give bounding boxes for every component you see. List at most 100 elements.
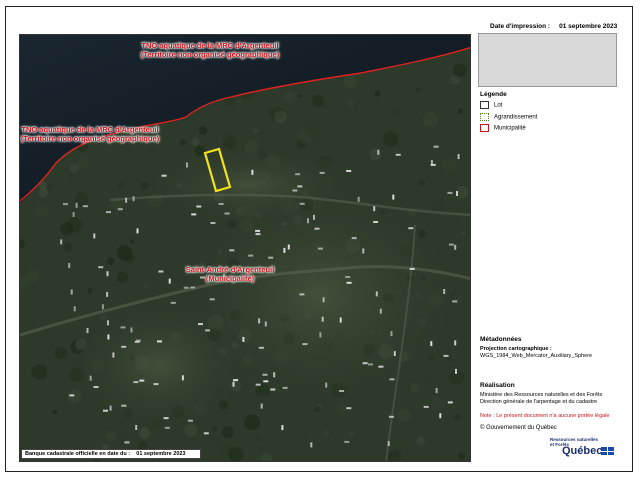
tree-canopy: [221, 426, 234, 439]
building-footprint: [362, 362, 368, 365]
building-footprint: [447, 191, 453, 194]
building-footprint: [106, 271, 109, 277]
realisation-title: Réalisation: [480, 382, 515, 389]
tree-canopy: [454, 414, 461, 421]
building-footprint: [322, 297, 325, 303]
building-footprint: [120, 326, 126, 329]
tree-canopy: [322, 429, 330, 436]
building-footprint: [390, 331, 393, 337]
building-footprint: [393, 351, 396, 357]
metadata-title: Métadonnées: [480, 336, 522, 343]
tree-canopy: [456, 185, 469, 199]
building-footprint: [130, 327, 133, 333]
tree-canopy: [87, 288, 93, 294]
building-footprint: [248, 254, 254, 257]
building-footprint: [373, 206, 376, 212]
building-footprint: [107, 320, 109, 326]
building-footprint: [112, 352, 115, 358]
tree-canopy: [69, 163, 79, 173]
building-footprint: [287, 244, 290, 250]
building-footprint: [133, 381, 139, 384]
print-date: Date d'impression : 01 septembre 2023: [490, 23, 617, 30]
legend-item-municipality-label: Municipalité: [494, 125, 526, 132]
legend-title: Légende: [480, 91, 507, 98]
tree-canopy: [253, 128, 259, 134]
building-footprint: [121, 404, 127, 407]
tree-canopy: [349, 431, 354, 436]
aerial-imagery: [20, 35, 470, 461]
tree-canopy: [63, 243, 73, 252]
building-footprint: [98, 266, 104, 269]
building-footprint: [73, 306, 76, 312]
building-footprint: [93, 386, 99, 388]
building-footprint: [273, 372, 276, 378]
locator-inset-map: [478, 33, 617, 87]
building-footprint: [255, 229, 261, 232]
map-viewport[interactable]: TNO aquatique de la MRC d'Argenteuil (Te…: [19, 34, 471, 462]
building-footprint: [163, 417, 169, 420]
building-footprint: [218, 203, 224, 205]
building-footprint: [454, 244, 457, 250]
building-footprint: [408, 227, 414, 230]
building-footprint: [82, 205, 88, 208]
cadastre-date-value: 01 septembre 2023: [136, 451, 186, 457]
legal-note: Note : Le présent document n'a aucune po…: [480, 413, 610, 419]
tree-canopy: [374, 90, 381, 97]
tree-canopy: [81, 278, 92, 289]
building-footprint: [117, 208, 123, 211]
building-footprint: [292, 189, 298, 192]
print-date-label: Date d'impression :: [490, 23, 551, 30]
building-footprint: [346, 281, 352, 284]
tree-canopy: [105, 430, 117, 442]
building-footprint: [357, 196, 360, 202]
building-footprint: [203, 432, 209, 435]
tree-canopy: [416, 436, 426, 446]
building-footprint: [224, 212, 230, 215]
tree-canopy: [422, 111, 438, 127]
building-footprint: [454, 340, 457, 346]
tree-canopy: [415, 87, 421, 93]
building-footprint: [135, 425, 138, 430]
building-footprint: [72, 212, 75, 217]
building-footprint: [181, 375, 184, 381]
building-footprint: [310, 442, 313, 448]
map-label-tno-west: TNO aquatique de la MRC d'Argenteuil (Te…: [20, 125, 180, 143]
building-footprint: [430, 341, 433, 347]
tree-canopy: [116, 245, 133, 261]
building-footprint: [447, 401, 453, 404]
building-footprint: [270, 388, 276, 391]
building-footprint: [68, 263, 71, 269]
tree-canopy: [256, 436, 262, 442]
tree-canopy: [54, 346, 68, 360]
legend-item-municipality: Municipalité: [480, 124, 526, 134]
building-footprint: [103, 409, 108, 412]
building-footprint: [362, 248, 365, 254]
tree-canopy: [461, 230, 466, 235]
building-footprint: [314, 227, 320, 230]
building-footprint: [297, 185, 303, 188]
building-footprint: [232, 381, 235, 387]
tree-canopy: [418, 178, 425, 186]
tree-canopy: [191, 138, 200, 146]
tree-canopy: [211, 426, 218, 432]
tree-canopy: [274, 110, 287, 124]
building-footprint: [281, 425, 284, 431]
building-footprint: [86, 328, 89, 333]
building-footprint: [164, 426, 170, 429]
building-footprint: [161, 174, 167, 177]
clearing: [70, 295, 250, 435]
tree-canopy: [283, 90, 296, 103]
tree-canopy: [450, 75, 460, 85]
tree-canopy: [343, 74, 357, 89]
tree-canopy: [77, 156, 90, 168]
building-footprint: [106, 211, 111, 214]
building-footprint: [210, 222, 216, 224]
building-footprint: [229, 249, 235, 252]
building-footprint: [389, 378, 395, 381]
building-footprint: [70, 289, 73, 295]
tree-canopy: [457, 108, 464, 114]
tree-canopy: [397, 408, 412, 423]
building-footprint: [346, 407, 352, 410]
tree-canopy: [60, 222, 74, 236]
building-footprint: [375, 291, 378, 297]
